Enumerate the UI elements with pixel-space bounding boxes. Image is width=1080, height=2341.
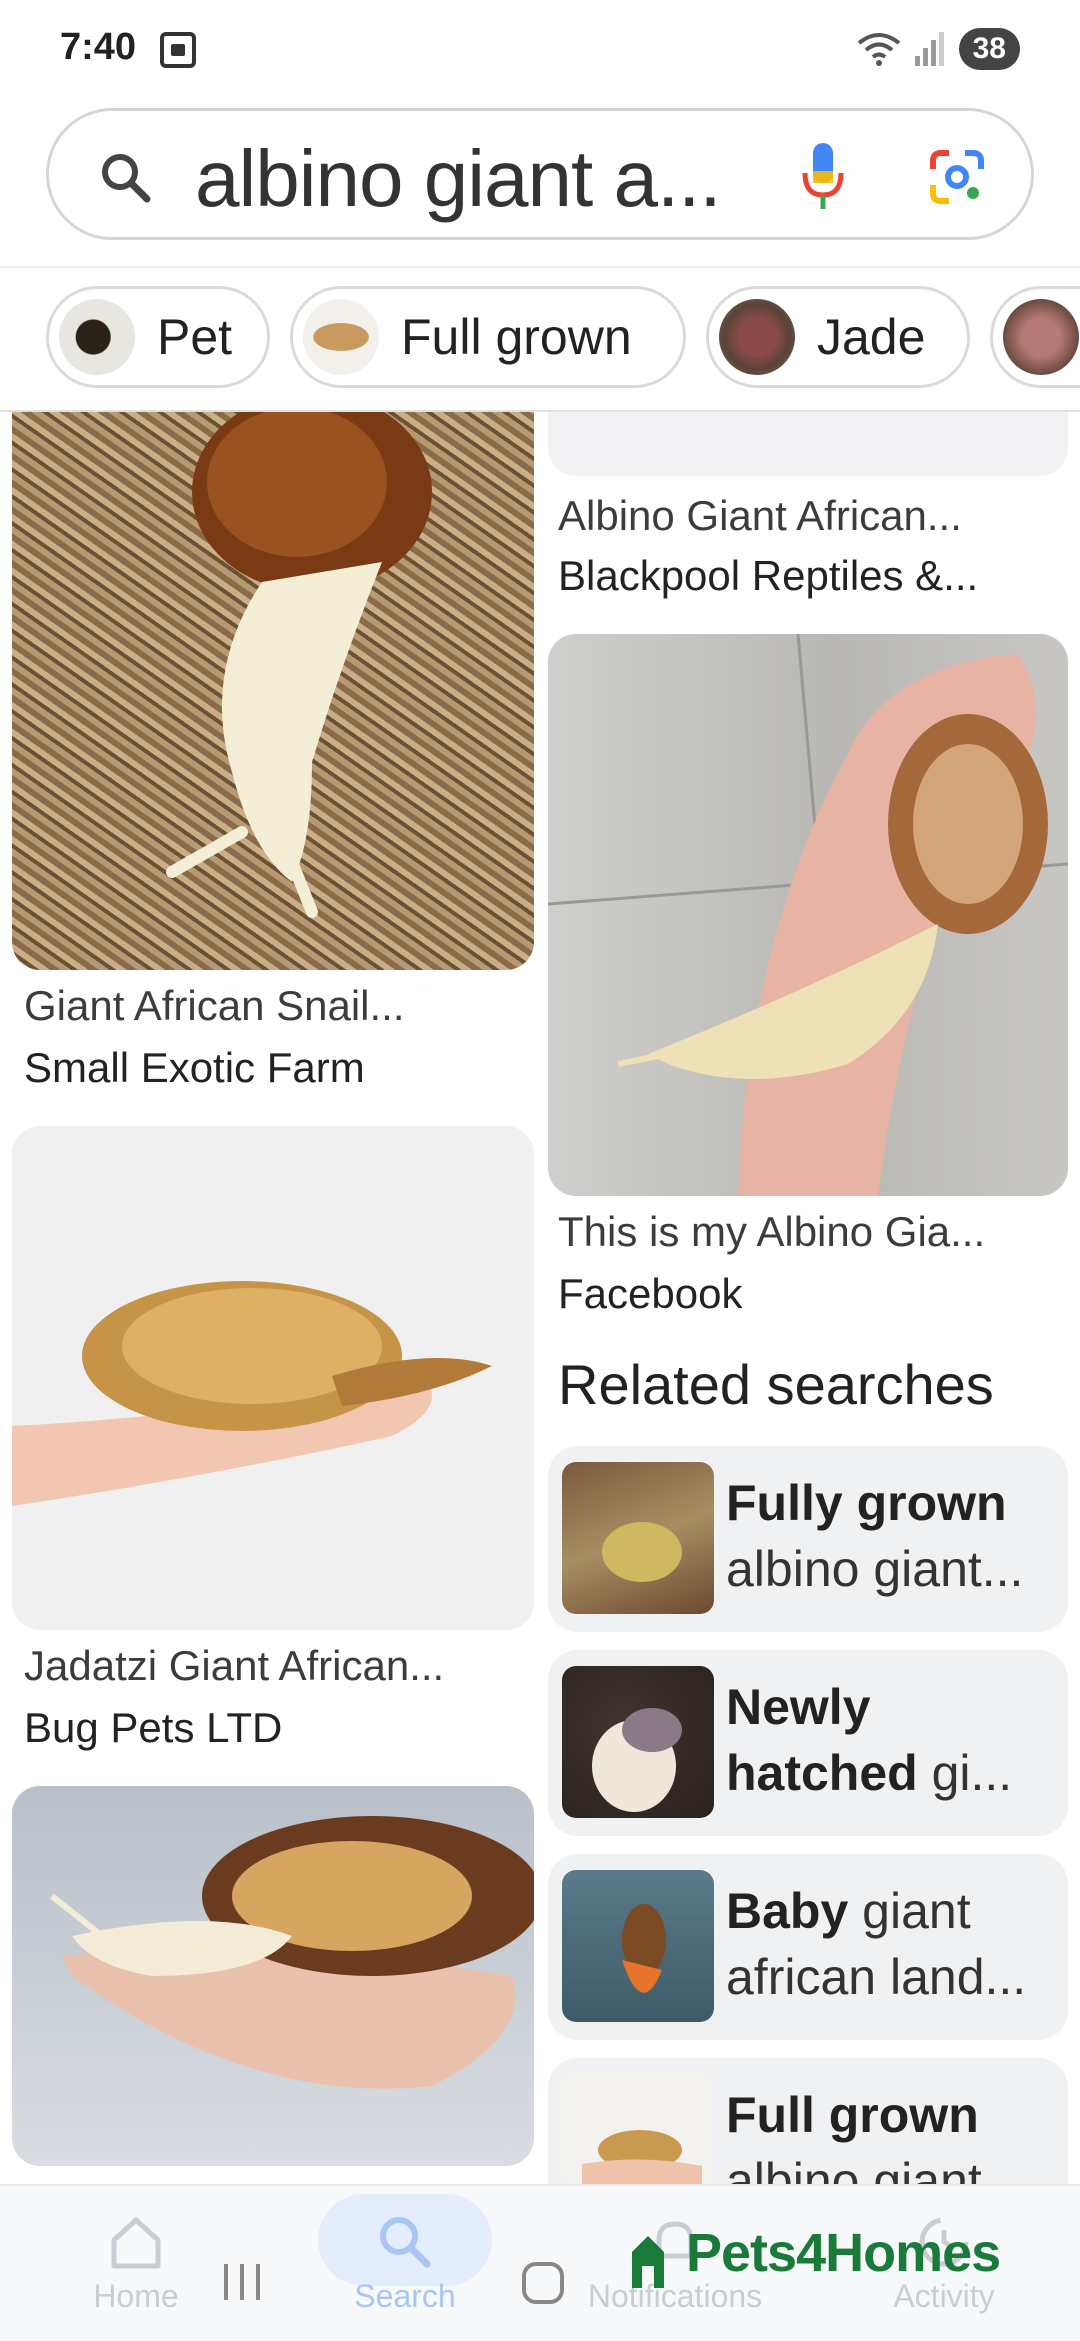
related-thumbnail [562, 2074, 714, 2184]
chip-thumbnail [303, 299, 379, 375]
related-thumbnail [562, 1462, 714, 1614]
related-bold: Baby [726, 1883, 849, 1939]
status-icons: 38 [857, 28, 1020, 70]
search-query-text[interactable]: albino giant a... [195, 133, 795, 225]
related-rest: albino giant... [726, 1541, 1024, 1597]
result-source: Bug Pets LTD [24, 1704, 283, 1751]
result-source: Blackpool Reptiles &... [558, 552, 979, 599]
result-image[interactable] [548, 634, 1068, 1196]
result-image[interactable] [12, 1126, 534, 1630]
related-search-item[interactable]: Full grown albino giant [548, 2058, 1068, 2184]
related-bold: Newly hatched [726, 1679, 918, 1801]
screenshot-icon [160, 32, 196, 68]
related-bold: Fully grown [726, 1475, 1007, 1531]
wifi-icon [857, 31, 901, 67]
result-image[interactable] [12, 1786, 534, 2166]
result-title[interactable]: Jadatzi Giant African... [24, 1642, 444, 1690]
chip-full-grown[interactable]: Full grown [290, 286, 686, 388]
search-input[interactable]: albino giant a... [46, 108, 1034, 240]
related-text: Full grown albino giant [726, 2082, 1056, 2184]
related-bold: Full grown [726, 2087, 979, 2143]
related-searches-heading: Related searches [558, 1353, 994, 1416]
pets4homes-logo-icon [628, 2230, 680, 2295]
chip-label: Jade [817, 309, 926, 365]
status-bar: 7:40 38 [0, 0, 1080, 100]
related-search-item[interactable]: Baby giant african land... [548, 1854, 1068, 2040]
chip-label: Full grown [401, 309, 632, 365]
result-source: Facebook [558, 1270, 743, 1317]
status-time: 7:40 [60, 26, 137, 68]
home-button-icon[interactable] [520, 2260, 566, 2311]
result-image[interactable] [12, 412, 534, 970]
google-lens-icon[interactable] [929, 149, 985, 210]
header-divider [0, 266, 1080, 268]
related-text: Newly hatched gi... [726, 1674, 1056, 1806]
result-title[interactable]: This is my Albino Gia... [558, 1208, 985, 1256]
snail-photo [50, 1816, 534, 2089]
snail-photo [12, 1281, 492, 1506]
filter-chips: Pet Full grown Jade [0, 286, 1080, 390]
related-thumbnail [562, 1870, 714, 2022]
chip-thumbnail [59, 299, 135, 375]
chip-jade[interactable]: Jade [706, 286, 970, 388]
result-image[interactable] [548, 412, 1068, 476]
chip-thumbnail [1003, 299, 1079, 375]
chip-label: Pet [157, 309, 233, 365]
related-thumbnail [562, 1666, 714, 1818]
watermark-text: Pets4Homes [686, 2223, 1001, 2283]
chip-more[interactable] [990, 286, 1080, 388]
related-text: Baby giant african land... [726, 1878, 1056, 2010]
result-title[interactable]: Albino Giant African... [558, 492, 962, 540]
result-title[interactable]: Giant African Snail... [24, 982, 405, 1030]
related-rest: gi... [931, 1745, 1013, 1801]
related-text: Fully grown albino giant... [726, 1470, 1056, 1602]
related-search-item[interactable]: Fully grown albino giant... [548, 1446, 1068, 1632]
search-icon [99, 151, 153, 210]
chip-thumbnail [719, 299, 795, 375]
mic-icon[interactable] [801, 141, 845, 218]
recents-icon[interactable] [220, 2260, 264, 2309]
result-source: Small Exotic Farm [24, 1044, 365, 1091]
chip-pet[interactable]: Pet [46, 286, 270, 388]
related-search-item[interactable]: Newly hatched gi... [548, 1650, 1068, 1836]
battery-badge: 38 [958, 28, 1020, 70]
related-rest: albino giant [726, 2153, 982, 2184]
signal-icon [914, 32, 945, 66]
snail-photo [548, 634, 1068, 1196]
snail-photo [166, 412, 432, 918]
